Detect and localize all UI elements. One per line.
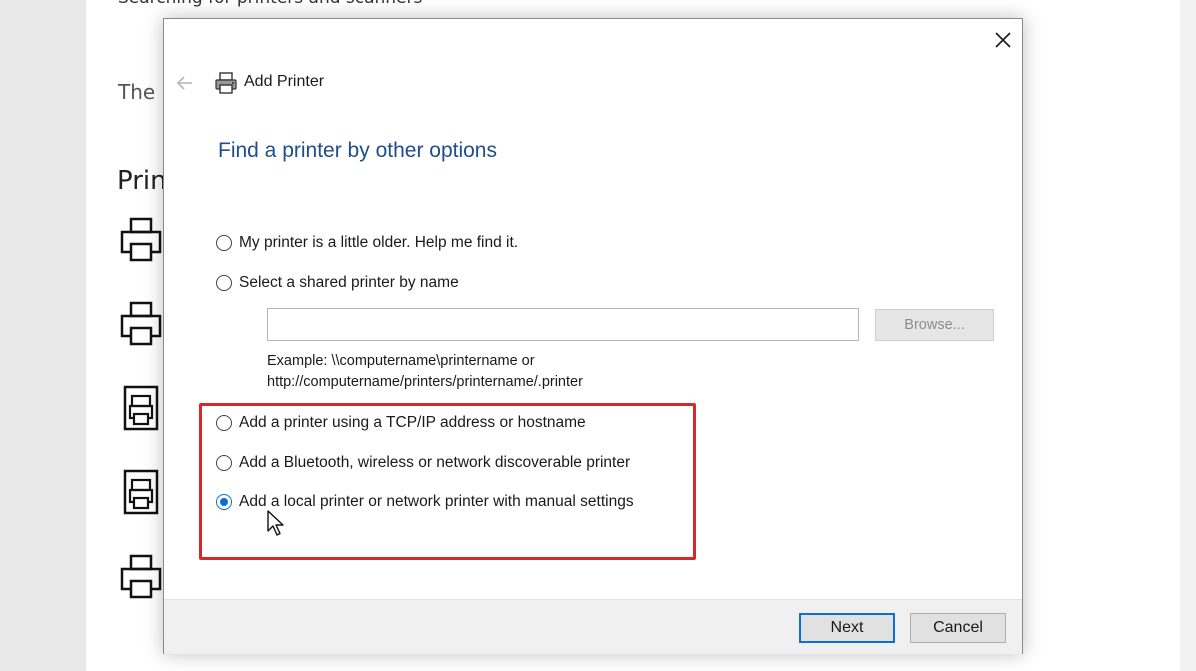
- mouse-cursor-icon: [267, 510, 284, 536]
- example-text-line-2: http://computername/printers/printername…: [267, 374, 583, 390]
- radio-button[interactable]: [216, 275, 232, 291]
- fax-icon[interactable]: [119, 384, 163, 432]
- browse-button[interactable]: Browse...: [875, 309, 994, 341]
- dialog-heading: Find a printer by other options: [218, 139, 497, 162]
- cancel-button[interactable]: Cancel: [910, 613, 1006, 643]
- radio-label: Select a shared printer by name: [239, 274, 459, 291]
- radio-option-shared-printer[interactable]: Select a shared printer by name: [216, 271, 459, 295]
- next-button[interactable]: Next: [799, 613, 895, 643]
- radio-option-older-printer[interactable]: My printer is a little older. Help me fi…: [216, 231, 518, 255]
- radio-button[interactable]: [216, 235, 232, 251]
- dialog-footer: Next Cancel: [164, 599, 1022, 654]
- shared-printer-name-input[interactable]: [267, 308, 859, 341]
- printer-icon[interactable]: [119, 553, 163, 601]
- radio-label: My printer is a little older. Help me fi…: [239, 234, 519, 251]
- printer-icon[interactable]: [119, 216, 163, 264]
- dialog-title: Add Printer: [244, 73, 325, 90]
- printer-icon: [215, 72, 237, 94]
- back-arrow-icon[interactable]: [174, 72, 196, 94]
- fax-icon[interactable]: [119, 468, 163, 516]
- printer-icon[interactable]: [119, 300, 163, 348]
- settings-header-text: Searching for printers and scanners: [118, 0, 422, 8]
- background-right-strip: [1180, 0, 1196, 671]
- background-left-strip: [0, 0, 86, 671]
- add-printer-dialog: Add Printer Find a printer by other opti…: [163, 18, 1023, 654]
- example-text-line-1: Example: \\computername\printername or: [267, 353, 535, 369]
- close-icon[interactable]: [990, 27, 1016, 53]
- settings-section-title: Prin: [117, 166, 167, 196]
